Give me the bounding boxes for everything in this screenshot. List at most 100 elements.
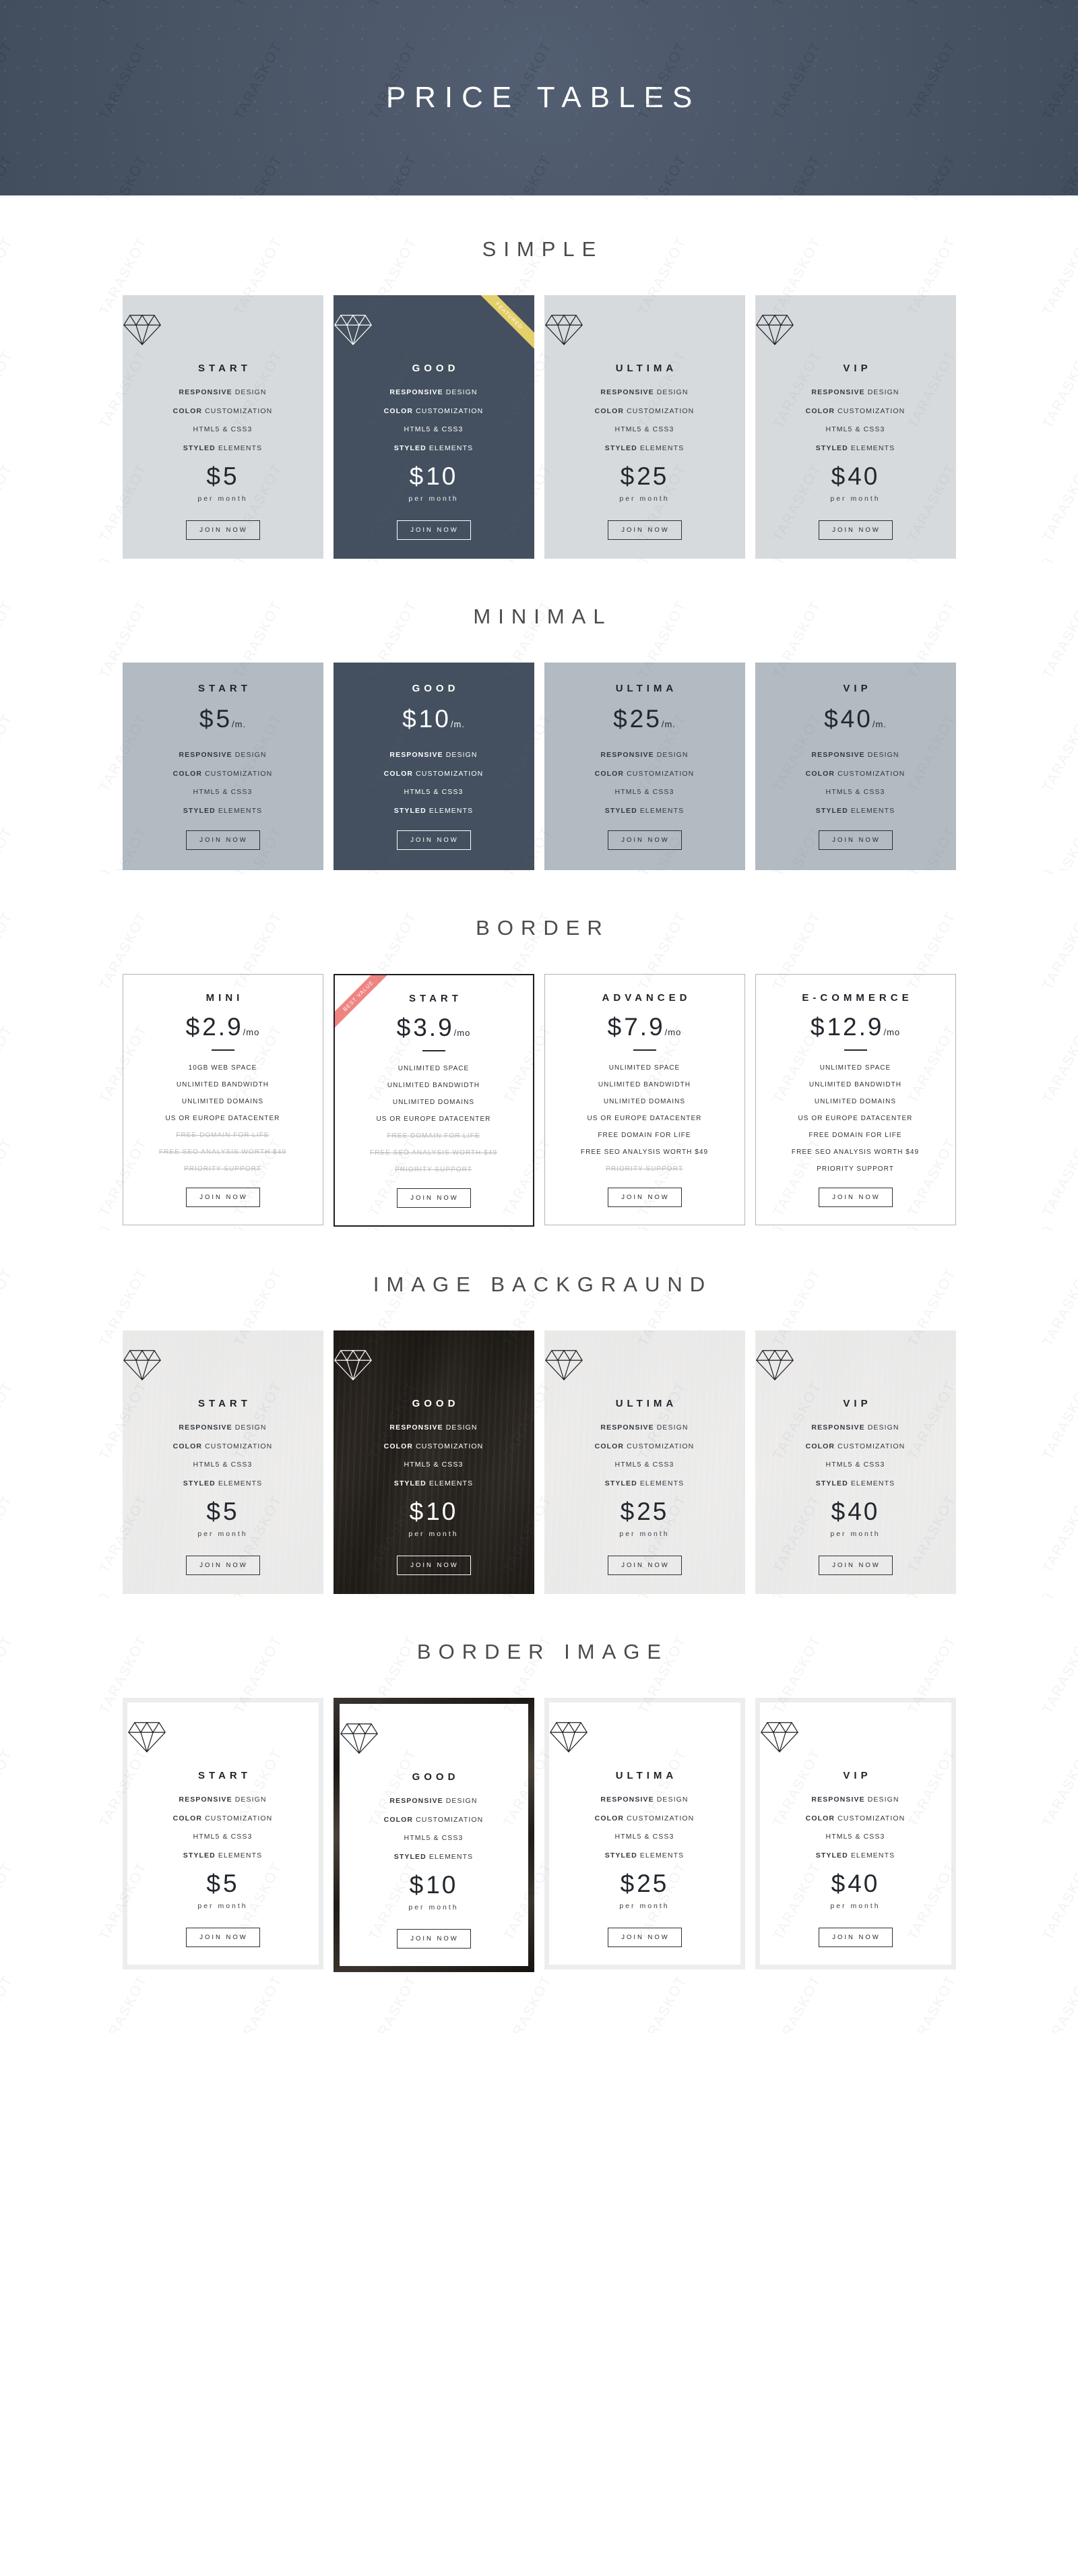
watermark-text: TARASKOT <box>96 0 151 9</box>
join-now-button[interactable]: JOIN NOW <box>185 1556 260 1576</box>
feature-item: PRIORITY SUPPORT <box>817 1165 894 1173</box>
pricing-card[interactable]: ULTIMA $25/m. RESPONSIVE DESIGN COLOR CUSTO… <box>544 663 745 871</box>
currency-symbol: $ <box>409 1871 426 1899</box>
pricing-card[interactable]: MINI $2.9/mo 10GB WEB SPACE UNLIMITED BANDW… <box>122 974 323 1226</box>
pricing-card[interactable]: GOOD RESPONSIVE DESIGN COLOR CUSTOMIZATION… <box>333 1330 534 1595</box>
feature-item: HTML5 & CSS3 <box>193 788 253 797</box>
watermark-text: TARASKOT <box>905 0 959 9</box>
pricing-card[interactable]: START RESPONSIVE DESIGN COLOR CUSTOMIZATIO… <box>122 1698 323 1970</box>
join-now-button[interactable]: JOIN NOW <box>607 520 682 541</box>
watermark-text: TARASKOT <box>501 1973 555 2033</box>
watermark-text: TARASKOT <box>366 0 420 9</box>
watermark-text: TARASKOT <box>1040 870 1078 880</box>
join-now-button[interactable]: JOIN NOW <box>818 1556 893 1576</box>
watermark-text: TARASKOT <box>0 39 16 123</box>
currency-symbol: $ <box>206 1498 223 1526</box>
join-now-button[interactable]: JOIN NOW <box>607 830 682 851</box>
feature-item: HTML5 & CSS3 <box>614 1461 674 1469</box>
price-value: $25 <box>620 1870 669 1898</box>
pricing-card[interactable]: FEATURED GOOD RESPONSIVE DESIGN COLOR CUSTO… <box>333 295 534 559</box>
watermark-text: TARASKOT <box>231 0 286 9</box>
pricing-card[interactable]: VIP RESPONSIVE DESIGN COLOR CUSTOMIZATION H… <box>755 1330 956 1595</box>
pricing-card[interactable]: E-COMMERCE $12.9/mo UNLIMITED SPACE UNLIMIT… <box>755 974 956 1226</box>
feature-item: COLOR CUSTOMIZATION <box>172 769 273 778</box>
join-now-button[interactable]: JOIN NOW <box>818 830 893 851</box>
join-now-button[interactable]: JOIN NOW <box>396 830 471 851</box>
price-period: per month <box>830 1902 881 1911</box>
pricing-card[interactable]: VIP RESPONSIVE DESIGN COLOR CUSTOMIZATION H… <box>755 1698 956 1970</box>
price-period: per month <box>408 495 459 503</box>
pricing-card[interactable]: ULTIMA RESPONSIVE DESIGN COLOR CUSTOMIZATI… <box>544 1330 745 1595</box>
feature-item: PRIORITY SUPPORT <box>606 1165 683 1173</box>
pricing-card[interactable]: START $5/m. RESPONSIVE DESIGN COLOR CUSTOMI… <box>122 663 323 871</box>
pricing-card[interactable]: ULTIMA RESPONSIVE DESIGN COLOR CUSTOMIZATI… <box>544 1698 745 1970</box>
pricing-card[interactable]: ULTIMA RESPONSIVE DESIGN COLOR CUSTOMIZATI… <box>544 295 745 559</box>
pricing-card[interactable]: ADVANCED $7.9/mo UNLIMITED SPACE UNLIMITED … <box>544 974 745 1226</box>
pricing-card[interactable]: GOOD $10/m. RESPONSIVE DESIGN COLOR CUSTOMI… <box>333 663 534 871</box>
feature-item: COLOR CUSTOMIZATION <box>172 406 273 415</box>
currency-symbol: $ <box>409 1498 426 1526</box>
feature-item: STYLED ELEMENTS <box>183 1851 263 1860</box>
price-divider <box>211 1049 234 1051</box>
price-divider <box>633 1049 656 1051</box>
join-now-button[interactable]: JOIN NOW <box>396 520 471 541</box>
feature-item: STYLED ELEMENTS <box>604 443 685 452</box>
watermark-text: TARASKOT <box>770 559 825 568</box>
join-now-button[interactable]: JOIN NOW <box>818 520 893 541</box>
pricing-card[interactable]: START RESPONSIVE DESIGN COLOR CUSTOMIZATIO… <box>122 295 323 559</box>
feature-item: COLOR CUSTOMIZATION <box>805 1814 906 1822</box>
join-now-button[interactable]: JOIN NOW <box>185 1188 260 1208</box>
feature-item: RESPONSIVE DESIGN <box>811 1423 899 1432</box>
section-border-image: TARASKOT TARASKOT TARASKOT TARASKOT TARASKOT… <box>0 1594 1078 2033</box>
watermark-text: TARASKOT <box>770 1594 825 1603</box>
feature-item: HTML5 & CSS3 <box>614 788 674 797</box>
pricing-card[interactable]: VIP $40/m. RESPONSIVE DESIGN COLOR CUSTOMIZ… <box>755 663 956 871</box>
pricing-card[interactable]: VIP RESPONSIVE DESIGN COLOR CUSTOMIZATION H… <box>755 295 956 559</box>
join-now-button[interactable]: JOIN NOW <box>396 1929 471 1949</box>
feature-item: STYLED ELEMENTS <box>393 443 474 452</box>
price-value: $10 <box>409 1871 458 1899</box>
watermark-text: TARASKOT <box>96 1594 151 1603</box>
feature-item: STYLED ELEMENTS <box>393 1479 474 1488</box>
watermark-text: TARASKOT <box>1040 39 1078 123</box>
feature-item: HTML5 & CSS3 <box>193 1461 253 1469</box>
watermark-text: TARASKOT <box>1040 0 1078 9</box>
currency-symbol: $ <box>831 1498 848 1526</box>
feature-item: COLOR CUSTOMIZATION <box>383 1815 484 1824</box>
price-suffix: /mo <box>243 1027 260 1038</box>
join-now-button[interactable]: JOIN NOW <box>818 1188 893 1208</box>
join-now-button[interactable]: JOIN NOW <box>396 1556 471 1576</box>
watermark-text: TARASKOT <box>905 1227 959 1236</box>
watermark-text: TARASKOT <box>0 1594 16 1603</box>
watermark-text: TARASKOT <box>501 152 555 195</box>
price-value: $10/m. <box>402 705 465 733</box>
plan-name: ULTIMA <box>615 683 678 695</box>
watermark-text: TARASKOT <box>96 1227 151 1236</box>
feature-item: COLOR CUSTOMIZATION <box>805 406 906 415</box>
join-now-button[interactable]: JOIN NOW <box>607 1928 682 1948</box>
feature-item: UNLIMITED BANDWIDTH <box>176 1081 270 1089</box>
feature-item: HTML5 & CSS3 <box>404 425 464 434</box>
price-suffix: /m. <box>232 719 247 730</box>
price-period: per month <box>197 1902 248 1911</box>
join-now-button[interactable]: JOIN NOW <box>607 1556 682 1576</box>
watermark-text: TARASKOT <box>96 559 151 568</box>
pricing-card[interactable]: GOOD RESPONSIVE DESIGN COLOR CUSTOMIZATION… <box>333 1698 534 1973</box>
join-now-button[interactable]: JOIN NOW <box>185 830 260 851</box>
watermark-text: TARASKOT <box>501 559 555 568</box>
join-now-button[interactable]: JOIN NOW <box>818 1928 893 1948</box>
price-suffix: /m. <box>661 719 676 730</box>
join-now-button[interactable]: JOIN NOW <box>396 1188 471 1208</box>
watermark-text: TARASKOT <box>770 152 825 195</box>
currency-symbol: $ <box>185 1013 203 1041</box>
price-period: per month <box>619 1530 670 1539</box>
plan-name: VIP <box>843 363 872 375</box>
price-period: per month <box>197 1530 248 1539</box>
feature-item: STYLED ELEMENTS <box>815 806 895 815</box>
join-now-button[interactable]: JOIN NOW <box>185 1928 260 1948</box>
join-now-button[interactable]: JOIN NOW <box>607 1188 682 1208</box>
pricing-card[interactable]: START RESPONSIVE DESIGN COLOR CUSTOMIZATIO… <box>122 1330 323 1595</box>
pricing-card[interactable]: BEST VALUE START $3.9/mo UNLIMITED SPACE UNL… <box>333 974 534 1227</box>
feature-item: STYLED ELEMENTS <box>604 1851 685 1860</box>
join-now-button[interactable]: JOIN NOW <box>185 520 260 541</box>
